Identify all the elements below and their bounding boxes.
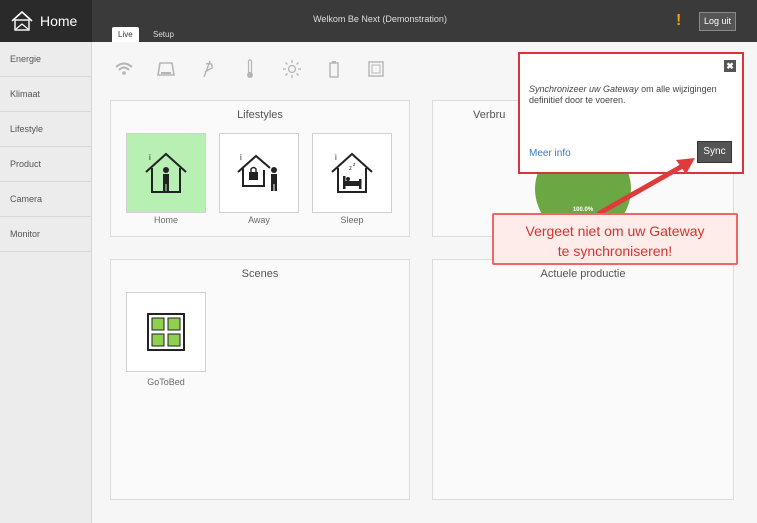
meer-info-link[interactable]: Meer info	[529, 148, 571, 159]
scenes-panel: Scenes GoToBed	[110, 259, 410, 500]
scenes-title: Scenes	[241, 268, 279, 280]
house-locked-icon: i	[237, 153, 277, 191]
callout-arrow-icon	[596, 158, 695, 217]
production-title: Actuele productie	[540, 268, 626, 280]
sun-icon	[280, 58, 304, 80]
callout-line-1: Vergeet niet om uw Gateway	[525, 223, 705, 239]
house-logo-icon	[11, 10, 33, 31]
logout-button[interactable]: Log uit	[699, 12, 737, 31]
svg-text:i: i	[240, 153, 242, 162]
top-bar: Home Live Setup Welkom Be Next (Demonstr…	[0, 0, 757, 42]
sidebar-item-energie[interactable]: Energie	[0, 42, 91, 77]
tab-live[interactable]: Live	[112, 27, 139, 42]
sync-reminder-callout: Vergeet niet om uw Gateway te synchronis…	[492, 213, 738, 265]
lifestyles-panel: Lifestyles i Home i Away z z i Sleep	[110, 100, 410, 237]
production-panel: Actuele productie	[432, 259, 734, 500]
verbruik-title: Verbru	[473, 109, 506, 121]
scene-grid-icon	[147, 313, 185, 351]
tab-setup[interactable]: Setup	[147, 27, 180, 42]
popup-message: Synchronizeer uw Gateway om alle wijzigi…	[529, 84, 735, 106]
display-icon	[364, 58, 388, 80]
battery-icon	[322, 58, 346, 80]
alert-icon[interactable]: !	[676, 12, 681, 30]
plug-icon	[196, 58, 220, 80]
scene-gotobed-label: GoToBed	[147, 377, 185, 387]
wifi-icon	[112, 58, 136, 80]
sidebar-item-product[interactable]: Product	[0, 147, 91, 182]
home-brand[interactable]: Home	[0, 0, 92, 42]
sidebar-item-camera[interactable]: Camera	[0, 182, 91, 217]
sidebar-item-klimaat[interactable]: Klimaat	[0, 77, 91, 112]
close-icon[interactable]: ✖	[724, 60, 736, 72]
scene-gotobed-tile[interactable]	[126, 292, 206, 372]
svg-text:z: z	[349, 166, 352, 172]
house-person-icon: i	[145, 152, 187, 193]
callout-line-2: te synchroniseren!	[557, 243, 673, 259]
lifestyle-sleep-label: Sleep	[340, 215, 364, 225]
sidebar: Energie Klimaat Lifestyle Product Camera…	[0, 42, 92, 523]
sidebar-item-lifestyle[interactable]: Lifestyle	[0, 112, 91, 147]
thermometer-icon	[238, 58, 262, 80]
svg-text:z: z	[353, 162, 356, 168]
page-title: Welkom Be Next (Demonstration)	[313, 14, 447, 24]
sidebar-item-monitor[interactable]: Monitor	[0, 217, 91, 252]
lifestyles-title: Lifestyles	[237, 109, 283, 121]
gateway-icon	[154, 58, 178, 80]
lifestyle-sleep-tile[interactable]: z z i	[312, 133, 392, 213]
svg-text:i: i	[149, 153, 151, 162]
lifestyle-away-label: Away	[248, 215, 270, 225]
svg-text:i: i	[335, 153, 337, 162]
lifestyle-away-tile[interactable]: i	[219, 133, 299, 213]
app-window: Home Live Setup Welkom Be Next (Demonstr…	[0, 0, 757, 523]
popup-message-italic: Synchronizeer uw Gateway	[529, 84, 639, 94]
house-bed-icon: z z i	[331, 152, 373, 193]
lifestyle-home-tile[interactable]: i	[126, 133, 206, 213]
status-icons-bar	[112, 58, 388, 80]
brand-label: Home	[40, 13, 78, 29]
lifestyle-home-label: Home	[153, 215, 178, 225]
